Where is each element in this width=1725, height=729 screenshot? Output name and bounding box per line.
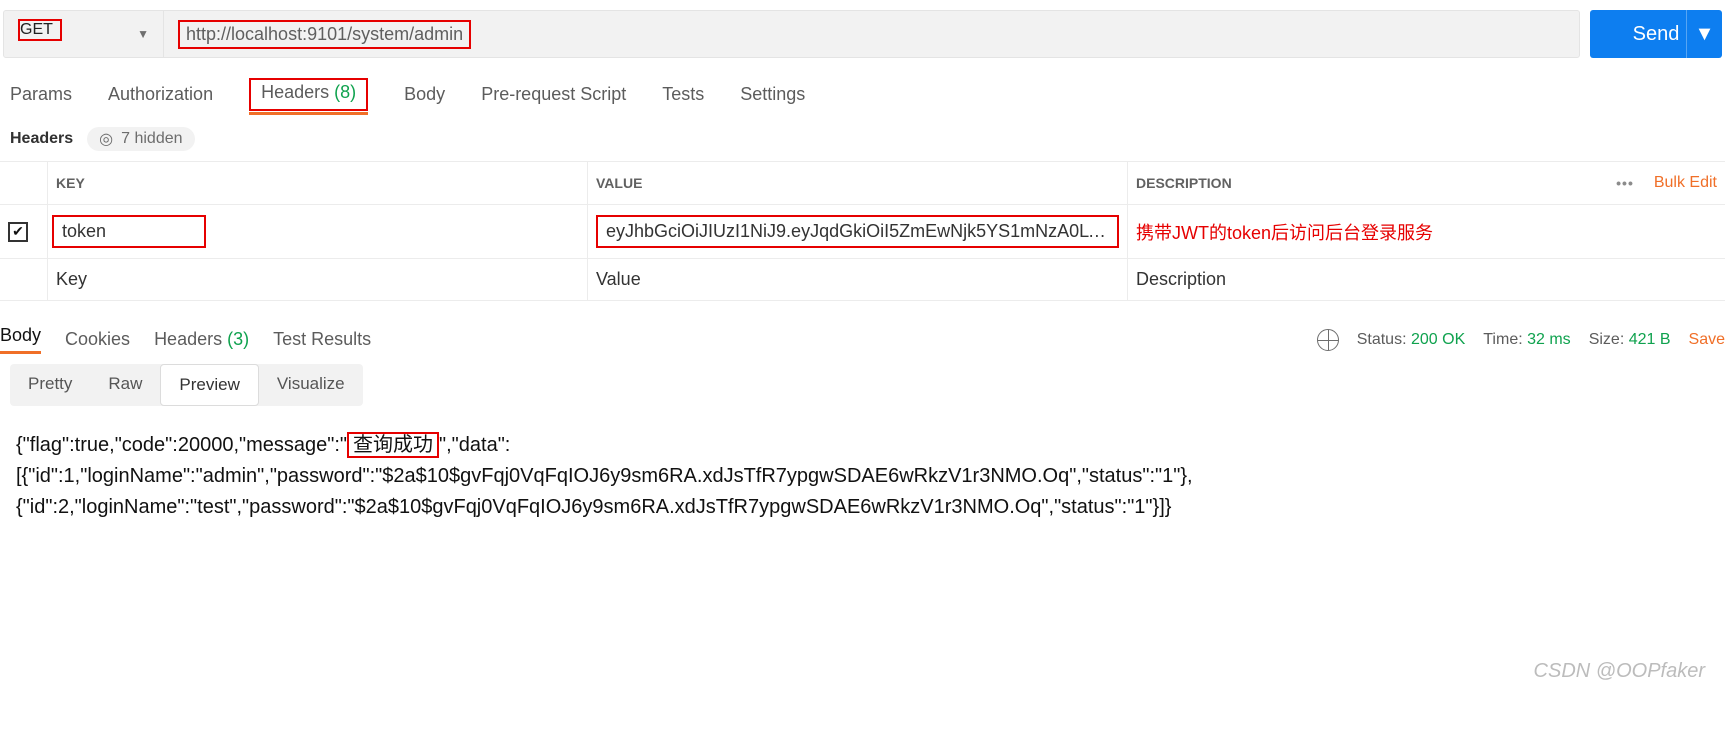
ph-checkbox	[0, 258, 48, 300]
time-value: 32 ms	[1527, 331, 1571, 348]
chevron-down-icon: ▼	[137, 27, 149, 41]
status-label: Status:	[1357, 331, 1407, 348]
response-preview: {"flag":true,"code":20000,"message":"查询成…	[0, 424, 1725, 529]
row-key: token	[62, 221, 106, 241]
url-highlight: http://localhost:9101/system/admin	[178, 20, 471, 49]
tab-tests[interactable]: Tests	[662, 84, 704, 105]
resp-tab-headers[interactable]: Headers (3)	[154, 329, 249, 350]
hidden-toggle[interactable]: ◎ 7 hidden	[87, 127, 194, 151]
tab-headers-label: Headers	[261, 82, 329, 102]
row-value-cell[interactable]: eyJhbGciOiJIUzI1NiJ9.eyJqdGkiOiI5ZmEwNjk…	[588, 204, 1128, 258]
send-caret[interactable]: ▼	[1686, 10, 1722, 58]
row-desc-annotation: 携带JWT的token后访问后台登录服务	[1136, 219, 1433, 245]
status-value: 200 OK	[1411, 331, 1465, 348]
time-label: Time:	[1483, 331, 1522, 348]
row-value-highlight: eyJhbGciOiJIUzI1NiJ9.eyJqdGkiOiI5ZmEwNjk…	[596, 215, 1119, 248]
size-label: Size:	[1589, 331, 1625, 348]
globe-icon[interactable]	[1317, 329, 1339, 351]
save-button[interactable]: Save	[1689, 331, 1725, 349]
headers-table: KEY VALUE DESCRIPTION ••• Bulk Edit ✔ to…	[0, 161, 1725, 301]
table-row-placeholder: Key Value Description	[0, 258, 1725, 300]
resp-tab-test-results[interactable]: Test Results	[273, 329, 371, 350]
eye-icon: ◎	[99, 129, 113, 149]
view-visualize[interactable]: Visualize	[259, 364, 363, 406]
method-select[interactable]: GET ▼	[4, 11, 164, 57]
preview-line-2: [{"id":1,"loginName":"admin","password":…	[16, 461, 1709, 492]
row-checkbox[interactable]: ✔	[8, 222, 28, 242]
row-key-highlight: token	[52, 215, 206, 248]
col-key: KEY	[48, 162, 588, 204]
col-value: VALUE	[588, 162, 1128, 204]
headers-title: Headers	[10, 130, 73, 148]
time-group: Time: 32 ms	[1483, 331, 1570, 349]
view-raw[interactable]: Raw	[90, 364, 160, 406]
row-checkbox-cell: ✔	[0, 204, 48, 258]
tab-prerequest[interactable]: Pre-request Script	[481, 84, 626, 105]
watermark: CSDN @OOPfaker	[1534, 660, 1705, 683]
row-key-cell[interactable]: token	[48, 204, 588, 258]
table-row: ✔ token eyJhbGciOiJIUzI1NiJ9.eyJqdGkiOiI…	[0, 204, 1725, 258]
preview-line-3: {"id":2,"loginName":"test","password":"$…	[16, 492, 1709, 523]
col-desc-label: DESCRIPTION	[1136, 175, 1232, 191]
request-bar: GET ▼ http://localhost:9101/system/admin…	[0, 0, 1725, 66]
tab-params[interactable]: Params	[10, 84, 72, 105]
more-icon[interactable]: •••	[1616, 175, 1634, 191]
url-input[interactable]: http://localhost:9101/system/admin	[164, 11, 1579, 57]
row-desc-cell[interactable]: 携带JWT的token后访问后台登录服务	[1128, 204, 1725, 258]
ph-key[interactable]: Key	[48, 258, 588, 300]
response-tabs: Body Cookies Headers (3) Test Results St…	[0, 301, 1725, 354]
view-tabs: Pretty Raw Preview Visualize	[10, 364, 363, 406]
view-pretty[interactable]: Pretty	[10, 364, 90, 406]
size-group: Size: 421 B	[1589, 331, 1671, 349]
url-text: http://localhost:9101/system/admin	[186, 24, 463, 44]
view-preview[interactable]: Preview	[160, 364, 258, 406]
tab-headers[interactable]: Headers (8)	[249, 78, 368, 111]
table-header-row: KEY VALUE DESCRIPTION ••• Bulk Edit	[0, 162, 1725, 204]
tab-settings[interactable]: Settings	[740, 84, 805, 105]
send-label: Send	[1633, 23, 1680, 46]
resp-headers-count: (3)	[227, 329, 249, 349]
method-url-group: GET ▼ http://localhost:9101/system/admin	[3, 10, 1580, 58]
l1-msg: 查询成功	[347, 432, 439, 458]
col-checkbox	[0, 162, 48, 204]
resp-tab-cookies[interactable]: Cookies	[65, 329, 130, 350]
bulk-edit-button[interactable]: Bulk Edit	[1654, 174, 1717, 192]
response-meta: Status: 200 OK Time: 32 ms Size: 421 B S…	[1317, 329, 1725, 351]
method-label: GET	[20, 21, 53, 38]
col-desc: DESCRIPTION ••• Bulk Edit	[1128, 162, 1725, 204]
tab-authorization[interactable]: Authorization	[108, 84, 213, 105]
method-highlight: GET	[18, 19, 62, 41]
l1-post: ","data":	[439, 434, 510, 456]
request-tabs: Params Authorization Headers (8) Body Pr…	[0, 66, 1725, 111]
preview-line-1: {"flag":true,"code":20000,"message":"查询成…	[16, 430, 1709, 461]
hidden-label: 7 hidden	[121, 130, 182, 148]
size-value: 421 B	[1629, 331, 1671, 348]
resp-tab-body[interactable]: Body	[0, 325, 41, 354]
headers-strip: Headers ◎ 7 hidden	[0, 111, 1725, 161]
resp-headers-label: Headers	[154, 329, 222, 349]
ph-value[interactable]: Value	[588, 258, 1128, 300]
tab-body[interactable]: Body	[404, 84, 445, 105]
status-group: Status: 200 OK	[1357, 331, 1466, 349]
tab-headers-count: (8)	[334, 82, 356, 102]
send-button[interactable]: Send ▼	[1590, 10, 1722, 58]
l1-pre: {"flag":true,"code":20000,"message":"	[16, 434, 347, 456]
row-value: eyJhbGciOiJIUzI1NiJ9.eyJqdGkiOiI5ZmEwNjk…	[606, 221, 1119, 241]
ph-desc[interactable]: Description	[1128, 258, 1725, 300]
